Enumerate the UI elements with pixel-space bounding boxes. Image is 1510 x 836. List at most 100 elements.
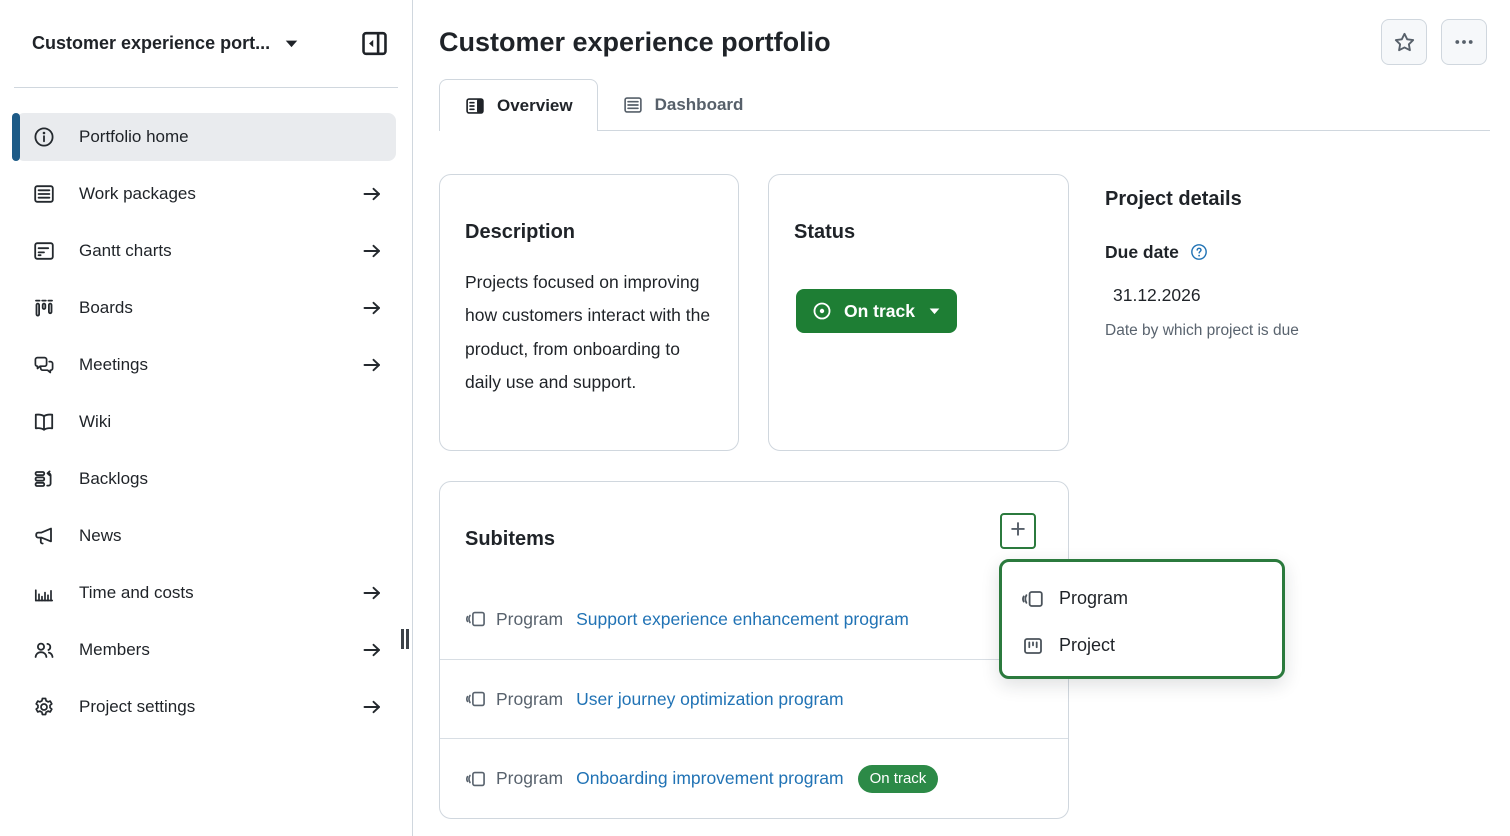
due-date-value[interactable]: 31.12.2026 xyxy=(1105,285,1510,306)
program-icon xyxy=(465,768,487,790)
status-dot-icon xyxy=(811,300,833,322)
star-icon xyxy=(1392,30,1417,55)
backlogs-icon xyxy=(32,467,56,491)
status-badge: On track xyxy=(858,765,939,793)
tab-label: Overview xyxy=(497,96,573,116)
overview-tab-icon xyxy=(464,95,486,117)
status-label: On track xyxy=(844,301,915,322)
sidebar-item-label: Project settings xyxy=(79,697,195,717)
subitem-link[interactable]: Onboarding improvement program xyxy=(576,768,844,789)
page-title: Customer experience portfolio xyxy=(439,27,831,58)
book-icon xyxy=(32,410,56,434)
arrow-right-icon xyxy=(360,353,384,377)
overview-content: Description Projects focused on improvin… xyxy=(439,174,1510,819)
dashboard-tab-icon xyxy=(622,94,644,116)
add-subitem-menu: Program Project xyxy=(999,559,1285,679)
sidebar-item-time-and-costs[interactable]: Time and costs xyxy=(16,569,396,617)
sidebar-header: Customer experience port... xyxy=(0,0,412,87)
sidebar-item-label: Portfolio home xyxy=(79,127,189,147)
sidebar-item-wiki[interactable]: Wiki xyxy=(16,398,396,446)
sidebar-item-label: Boards xyxy=(79,298,133,318)
due-date-help-text: Date by which project is due xyxy=(1105,322,1510,340)
arrow-right-icon xyxy=(360,239,384,263)
sidebar-item-label: Members xyxy=(79,640,150,660)
collapse-sidebar-button[interactable] xyxy=(359,28,390,59)
sidebar-item-label: Meetings xyxy=(79,355,148,375)
subitems-list: Program Support experience enhancement p… xyxy=(440,580,1068,818)
page-actions xyxy=(1381,19,1487,65)
sidebar-item-label: Gantt charts xyxy=(79,241,172,261)
subitem-type: Program xyxy=(496,689,563,710)
arrow-right-icon xyxy=(360,581,384,605)
chevron-down-icon xyxy=(929,307,940,315)
subitem-row: Program Support experience enhancement p… xyxy=(440,580,1068,659)
sidebar-project-title: Customer experience port... xyxy=(32,33,270,54)
people-icon xyxy=(32,638,56,662)
due-date-label: Due date xyxy=(1105,242,1179,263)
gantt-chart-icon xyxy=(32,239,56,263)
description-text: Projects focused on improving how custom… xyxy=(465,266,717,400)
help-icon[interactable] xyxy=(1189,242,1209,262)
sidebar-item-boards[interactable]: Boards xyxy=(16,284,396,332)
collapse-panel-icon xyxy=(359,28,390,59)
info-circle-icon xyxy=(32,125,56,149)
sidebar-resize-handle[interactable] xyxy=(401,629,409,649)
subitem-link[interactable]: User journey optimization program xyxy=(576,689,843,710)
project-details-title: Project details xyxy=(1105,188,1510,211)
gear-icon xyxy=(32,695,56,719)
sidebar-menu: Portfolio home Work packages Gantt xyxy=(0,113,412,731)
arrow-right-icon xyxy=(360,182,384,206)
arrow-right-icon xyxy=(360,638,384,662)
favorite-button[interactable] xyxy=(1381,19,1427,65)
subitems-card: Subitems + Program Support experience en xyxy=(439,481,1069,819)
project-icon xyxy=(1021,634,1045,658)
work-packages-icon xyxy=(32,182,56,206)
menu-item-program[interactable]: Program xyxy=(1002,575,1282,622)
subitem-type: Program xyxy=(496,768,563,789)
status-card-title: Status xyxy=(794,221,1043,244)
sidebar-item-label: Wiki xyxy=(79,412,111,432)
chevron-down-icon xyxy=(285,39,298,48)
description-card: Description Projects focused on improvin… xyxy=(439,174,739,451)
subitems-header: Subitems xyxy=(440,482,1068,580)
program-icon xyxy=(1021,587,1045,611)
sidebar-item-work-packages[interactable]: Work packages xyxy=(16,170,396,218)
meetings-icon xyxy=(32,353,56,377)
subitem-row: Program User journey optimization progra… xyxy=(440,659,1068,739)
plus-icon: + xyxy=(1010,516,1026,543)
sidebar-item-members[interactable]: Members xyxy=(16,626,396,674)
subitems-title: Subitems xyxy=(465,528,1044,551)
sidebar-item-news[interactable]: News xyxy=(16,512,396,560)
status-dropdown-button[interactable]: On track xyxy=(796,289,957,333)
sidebar-item-portfolio-home[interactable]: Portfolio home xyxy=(16,113,396,161)
program-icon xyxy=(465,688,487,710)
sidebar-item-label: Time and costs xyxy=(79,583,194,603)
main-content: Customer experience portfolio xyxy=(414,0,1510,836)
sidebar-item-label: Backlogs xyxy=(79,469,148,489)
project-switcher[interactable]: Customer experience port... xyxy=(32,33,298,54)
sidebar-item-gantt-charts[interactable]: Gantt charts xyxy=(16,227,396,275)
status-card: Status On track xyxy=(768,174,1069,451)
add-subitem-button[interactable]: + xyxy=(1000,513,1036,549)
ellipsis-icon xyxy=(1452,30,1476,54)
sidebar-item-meetings[interactable]: Meetings xyxy=(16,341,396,389)
subitem-link[interactable]: Support experience enhancement program xyxy=(576,609,909,630)
sidebar-divider xyxy=(14,87,398,88)
tab-dashboard[interactable]: Dashboard xyxy=(598,79,768,130)
page-header: Customer experience portfolio xyxy=(439,19,1487,65)
more-menu-button[interactable] xyxy=(1441,19,1487,65)
menu-item-project[interactable]: Project xyxy=(1002,622,1282,669)
megaphone-icon xyxy=(32,524,56,548)
menu-item-label: Program xyxy=(1059,588,1128,609)
description-card-title: Description xyxy=(465,221,713,244)
sidebar-item-project-settings[interactable]: Project settings xyxy=(16,683,396,731)
bar-chart-icon xyxy=(32,581,56,605)
sidebar-item-label: News xyxy=(79,526,122,546)
project-details-panel: Project details Due date 31.12.2026 Date… xyxy=(1105,171,1510,340)
sidebar: Customer experience port... Port xyxy=(0,0,413,836)
tab-label: Dashboard xyxy=(655,95,744,115)
program-icon xyxy=(465,608,487,630)
sidebar-item-backlogs[interactable]: Backlogs xyxy=(16,455,396,503)
tab-overview[interactable]: Overview xyxy=(439,79,598,131)
tab-bar: Overview Dashboard xyxy=(439,79,1490,131)
